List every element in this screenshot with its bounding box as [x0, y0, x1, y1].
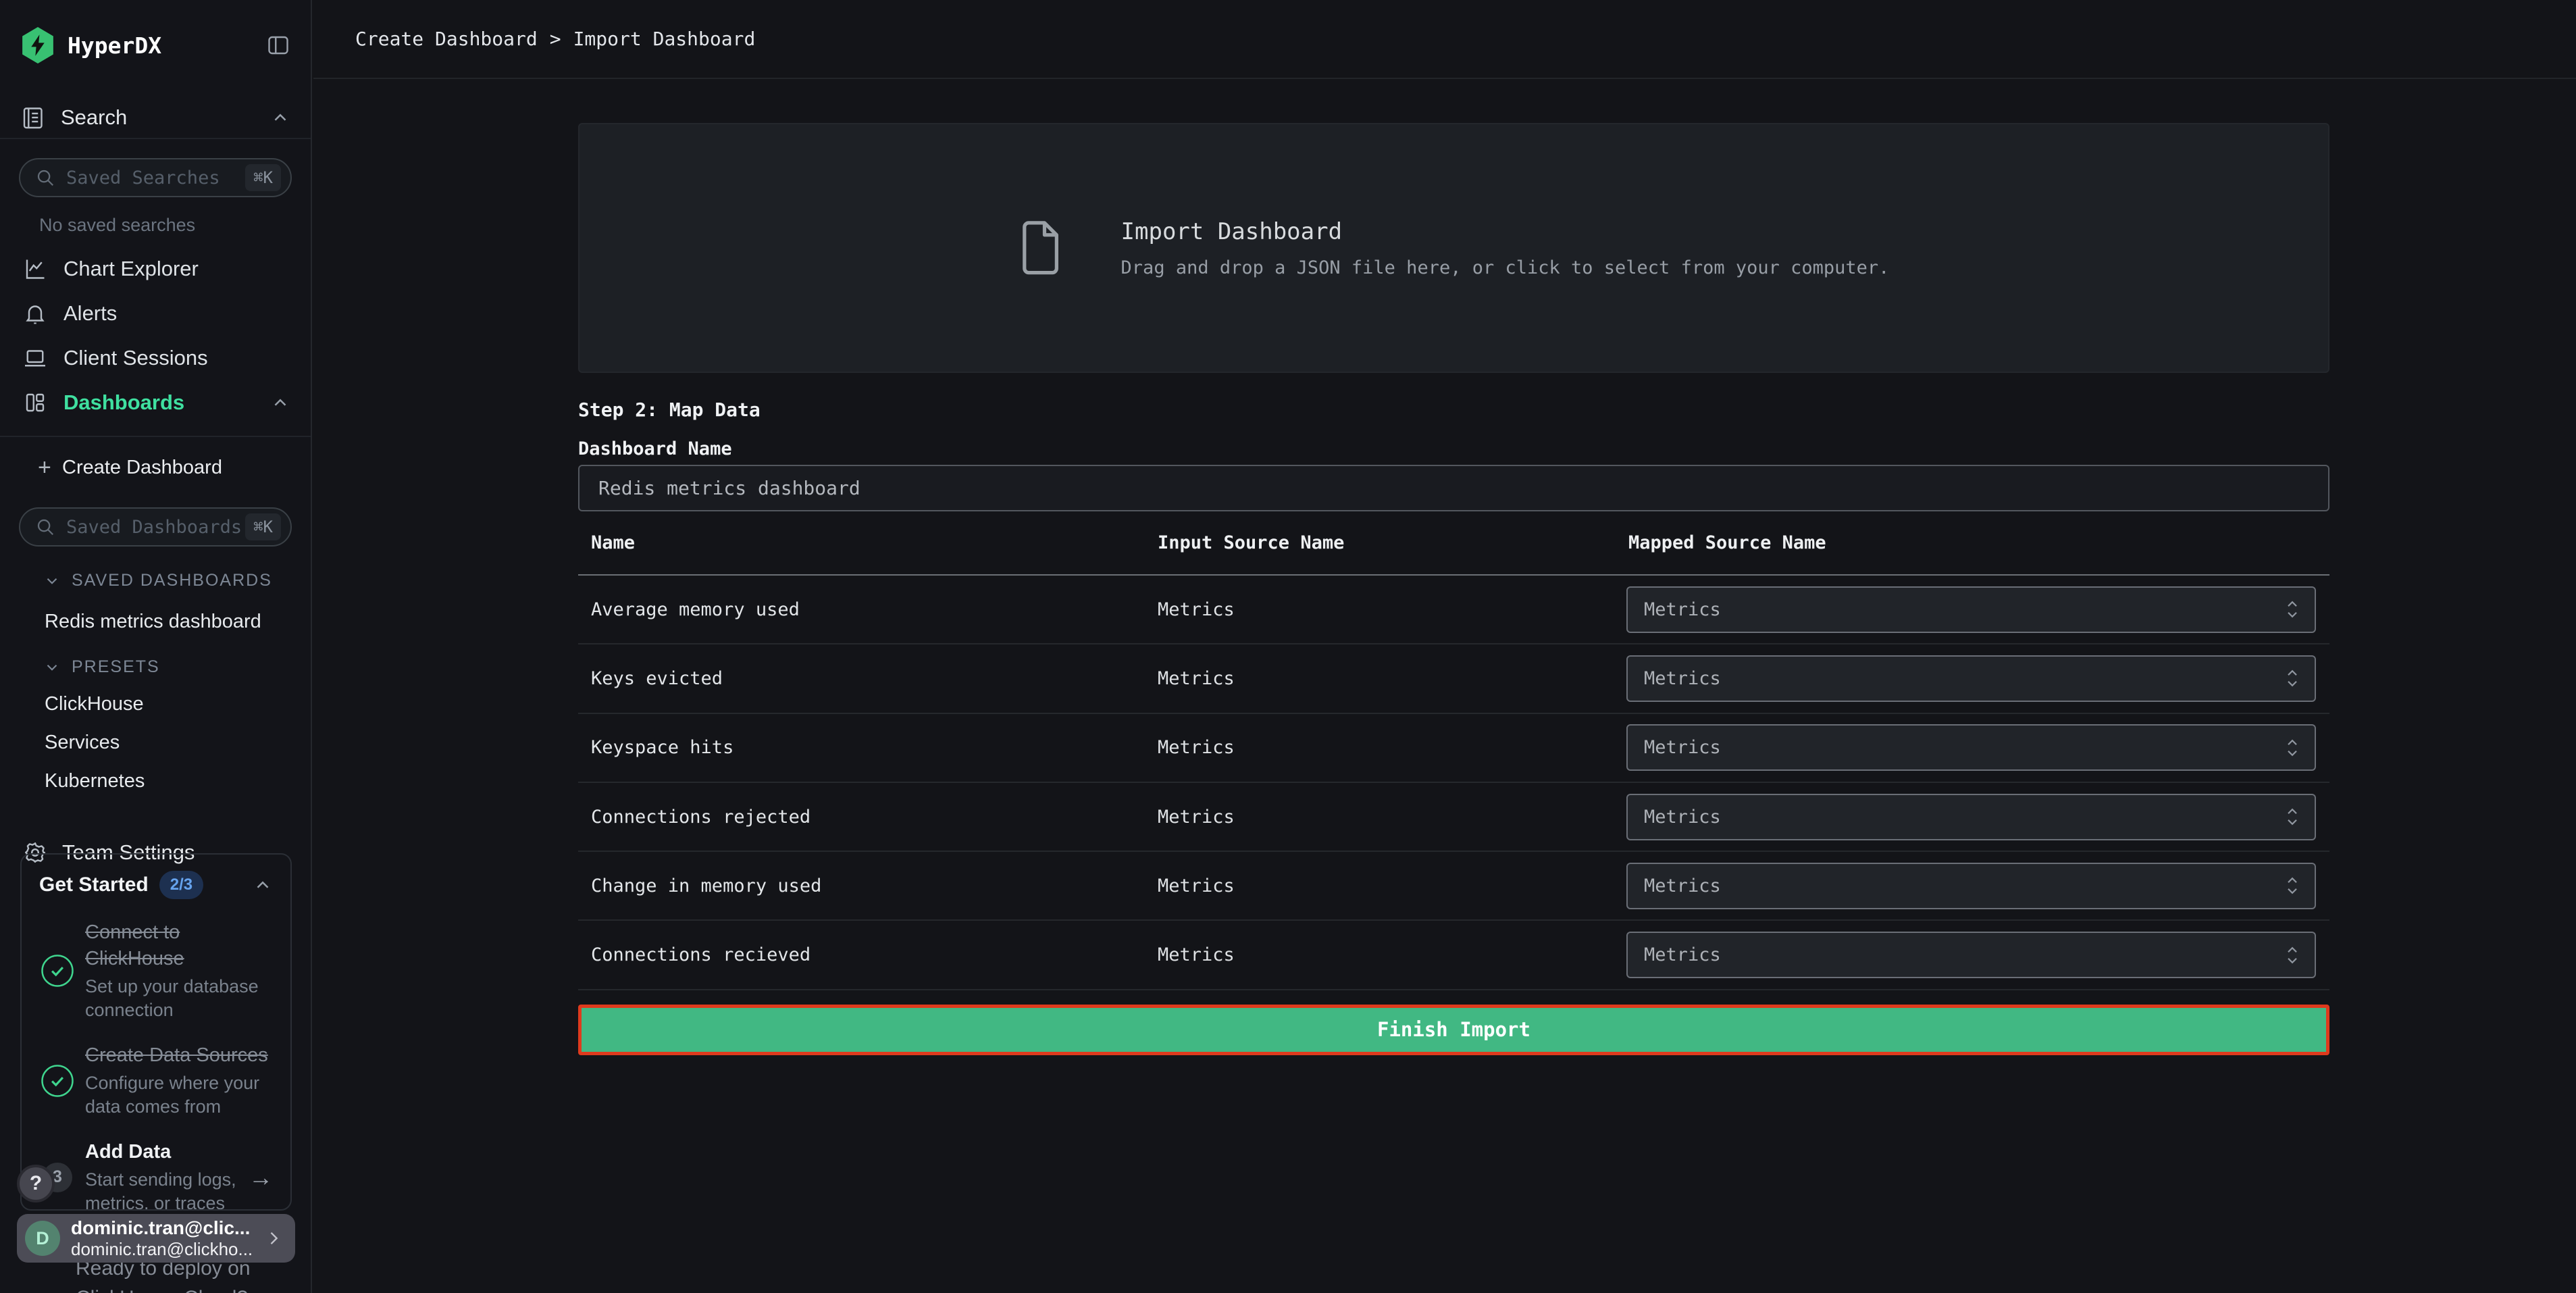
- sidebar-item-services[interactable]: Services: [0, 732, 311, 754]
- progress-badge: 2/3: [159, 871, 203, 899]
- table-row: Average memory used Metrics Metrics: [578, 576, 2329, 644]
- table-row: Connections rejected Metrics Metrics: [578, 783, 2329, 852]
- no-saved-searches-note: No saved searches: [0, 197, 311, 236]
- json-dropzone[interactable]: Import Dashboard Drag and drop a JSON fi…: [578, 123, 2329, 373]
- select-chevrons-icon: [2282, 736, 2302, 760]
- chevron-up-icon[interactable]: [270, 392, 290, 413]
- sidebar-item-dashboards[interactable]: Dashboards: [0, 380, 311, 425]
- dropzone-subtitle: Drag and drop a JSON file here, or click…: [1121, 257, 1890, 278]
- breadcrumb-import-dashboard: Import Dashboard: [573, 28, 756, 50]
- lightning-bolt-icon: [28, 34, 48, 57]
- breadcrumb: Create Dashboard > Import Dashboard: [355, 28, 755, 50]
- mapped-source-select[interactable]: Metrics: [1626, 655, 2316, 702]
- chevron-down-icon: [43, 572, 61, 590]
- chevron-right-icon: [264, 1229, 283, 1248]
- arrow-right-icon: →: [249, 1163, 273, 1192]
- select-chevrons-icon: [2282, 805, 2302, 829]
- laptop-icon: [23, 346, 47, 370]
- chart-icon: [23, 257, 47, 281]
- mapped-source-select[interactable]: Metrics: [1626, 724, 2316, 771]
- check-circle-icon: [39, 1063, 76, 1099]
- table-row: Keyspace hits Metrics Metrics: [578, 714, 2329, 783]
- saved-dashboards-header[interactable]: SAVED DASHBOARDS: [0, 571, 311, 590]
- journal-search-icon: [20, 105, 45, 130]
- avatar: D: [25, 1221, 60, 1256]
- breadcrumb-separator: >: [550, 28, 561, 50]
- create-dashboard-button[interactable]: + Create Dashboard: [0, 447, 311, 488]
- topbar: Create Dashboard > Import Dashboard: [313, 0, 2576, 79]
- get-started-header[interactable]: Get Started 2/3: [39, 871, 273, 899]
- mapped-source-select[interactable]: Metrics: [1626, 794, 2316, 840]
- mapped-source-select[interactable]: Metrics: [1626, 932, 2316, 978]
- breadcrumb-create-dashboard[interactable]: Create Dashboard: [355, 28, 538, 50]
- main-area: Create Dashboard > Import Dashboard Import…: [313, 0, 2576, 1293]
- sidebar-item-redis-metrics-dashboard[interactable]: Redis metrics dashboard: [0, 611, 311, 633]
- sidebar-item-search[interactable]: Search: [0, 97, 311, 139]
- user-menu[interactable]: D dominic.tran@clic... dominic.tran@clic…: [17, 1214, 295, 1263]
- user-name: dominic.tran@clic...: [71, 1217, 264, 1239]
- sidebar-item-alerts[interactable]: Alerts: [0, 291, 311, 336]
- get-started-item-add-data[interactable]: 3 Add Data Start sending logs, metrics, …: [39, 1139, 273, 1211]
- shortcut-badge: ⌘K: [245, 164, 281, 191]
- shortcut-badge: ⌘K: [245, 513, 281, 540]
- sidebar-nav: Chart Explorer Alerts Client Sessions Da…: [0, 247, 311, 437]
- logo-row: HyperDX: [0, 0, 311, 64]
- dashboard-name-input[interactable]: [578, 465, 2329, 511]
- chevron-up-icon[interactable]: [270, 107, 290, 128]
- step-label: Step 2: Map Data: [578, 399, 2329, 421]
- select-chevrons-icon: [2282, 597, 2302, 622]
- saved-dashboards-placeholder: Saved Dashboards: [66, 517, 245, 538]
- help-button[interactable]: ?: [17, 1165, 55, 1202]
- saved-searches-placeholder: Saved Searches: [66, 168, 245, 188]
- sidebar-item-client-sessions[interactable]: Client Sessions: [0, 336, 311, 380]
- sidebar-search-label: Search: [61, 105, 270, 130]
- plus-icon: +: [38, 455, 62, 481]
- sidebar: HyperDX Search Saved Searches ⌘K No save…: [0, 0, 312, 1293]
- dropzone-title: Import Dashboard: [1121, 218, 1890, 245]
- search-icon: [35, 517, 55, 537]
- app-root: HyperDX Search Saved Searches ⌘K No save…: [0, 0, 2576, 1293]
- select-chevrons-icon: [2282, 873, 2302, 898]
- dashboard-grid-icon: [23, 390, 47, 415]
- import-content: Import Dashboard Drag and drop a JSON fi…: [578, 123, 2329, 1055]
- collapse-sidebar-icon[interactable]: [266, 33, 290, 57]
- chevron-up-icon[interactable]: [253, 875, 273, 895]
- saved-searches-input[interactable]: Saved Searches ⌘K: [19, 158, 292, 197]
- table-row: Change in memory used Metrics Metrics: [578, 852, 2329, 921]
- select-chevrons-icon: [2282, 666, 2302, 690]
- chevron-down-icon: [43, 659, 61, 676]
- sidebar-item-kubernetes[interactable]: Kubernetes: [0, 770, 311, 792]
- presets-header[interactable]: PRESETS: [0, 657, 311, 677]
- user-email: dominic.tran@clickho...: [71, 1239, 264, 1260]
- brand-title: HyperDX: [68, 32, 266, 59]
- hyperdx-logo-icon[interactable]: [20, 27, 55, 64]
- file-icon: [1019, 218, 1063, 278]
- sidebar-item-clickhouse[interactable]: ClickHouse: [0, 693, 311, 715]
- mapping-table-header: Name Input Source Name Mapped Source Nam…: [578, 511, 2329, 576]
- check-circle-icon: [39, 953, 76, 989]
- get-started-item-sources[interactable]: Create Data Sources Configure where your…: [39, 1042, 273, 1119]
- get-started-item-connect[interactable]: Connect to ClickHouse Set up your databa…: [39, 919, 273, 1022]
- dashboard-name-label: Dashboard Name: [578, 438, 2329, 459]
- sidebar-item-chart-explorer[interactable]: Chart Explorer: [0, 247, 311, 291]
- get-started-panel: Get Started 2/3 Connect to ClickHouse Se…: [20, 853, 292, 1211]
- saved-dashboards-input[interactable]: Saved Dashboards ⌘K: [19, 507, 292, 547]
- finish-import-button[interactable]: Finish Import: [578, 1005, 2329, 1055]
- presets-list: ClickHouse Services Kubernetes: [0, 693, 311, 792]
- table-row: Keys evicted Metrics Metrics: [578, 644, 2329, 713]
- search-icon: [35, 168, 55, 188]
- select-chevrons-icon: [2282, 943, 2302, 967]
- bell-icon: [23, 301, 47, 326]
- mapped-source-select[interactable]: Metrics: [1626, 863, 2316, 909]
- mapped-source-select[interactable]: Metrics: [1626, 586, 2316, 633]
- table-row: Connections recieved Metrics Metrics: [578, 921, 2329, 990]
